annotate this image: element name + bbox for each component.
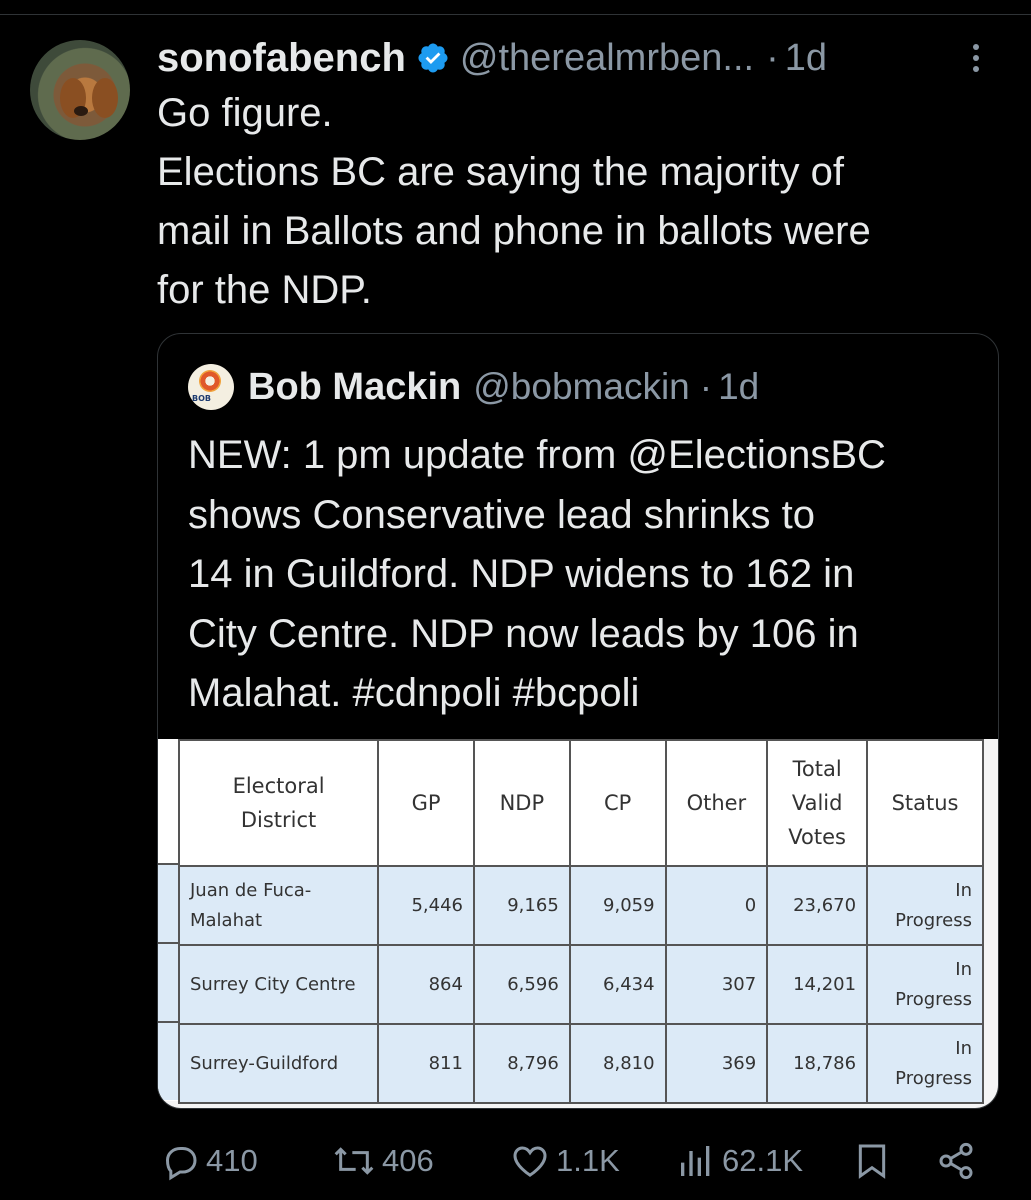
cell-ndp: 8,796 (472, 1023, 571, 1104)
post-header: sonofabench @therealmrben... · 1d (157, 34, 827, 82)
view-count: 62.1K (722, 1143, 804, 1178)
author-avatar[interactable] (30, 40, 130, 140)
quoted-post-text: NEW: 1 pm update from @ElectionsBC shows… (188, 426, 988, 724)
views-button[interactable]: 62.1K (676, 1136, 803, 1186)
author-name[interactable]: sonofabench (157, 36, 406, 81)
like-button[interactable]: 1.1K (510, 1136, 620, 1186)
header-electoral-district: Electoral District (177, 739, 380, 867)
action-bar: 410 406 1.1K 62.1K (0, 1136, 1031, 1186)
top-divider (0, 14, 1031, 15)
quoted-author-handle[interactable]: @bobmackin (473, 366, 690, 408)
cell-cp: 8,810 (568, 1023, 667, 1104)
author-handle[interactable]: @therealmrben... (460, 37, 754, 80)
cell-gp: 864 (377, 944, 475, 1025)
table-left-edge (158, 739, 178, 1108)
bookmark-button[interactable] (852, 1136, 898, 1186)
cell-other: 369 (664, 1023, 769, 1104)
cell-status: In Progress (866, 1023, 984, 1104)
post-text: Go figure. Elections BC are saying the m… (157, 84, 1017, 320)
cell-ndp: 9,165 (472, 865, 571, 946)
quoted-author-name[interactable]: Bob Mackin (248, 366, 461, 409)
cell-cp: 9,059 (568, 865, 667, 946)
quoted-text-line: shows Conservative lead shrinks to (188, 492, 815, 537)
separator-dot: · (766, 36, 779, 79)
quoted-text-line: NEW: 1 pm update from @ElectionsBC (188, 433, 886, 477)
post-text-line: mail in Ballots and phone in ballots wer… (157, 209, 871, 253)
cell-cp: 6,434 (568, 944, 667, 1025)
cell-other: 307 (664, 944, 769, 1025)
bookmark-icon (858, 1144, 886, 1179)
like-count: 1.1K (556, 1143, 620, 1178)
header-cp: CP (568, 739, 667, 867)
quoted-post-image[interactable]: Electoral District GP NDP CP Other Total V… (158, 739, 998, 1108)
cell-gp: 811 (377, 1023, 475, 1104)
cell-district: Juan de Fuca- Malahat (177, 865, 380, 946)
cell-total: 18,786 (766, 1023, 869, 1104)
results-table: Electoral District GP NDP CP Other Total V… (177, 739, 984, 1104)
repost-button[interactable]: 406 (332, 1136, 434, 1186)
reply-count: 410 (206, 1143, 258, 1178)
table-row: Surrey-Guildford 811 8,796 8,810 369 18,… (177, 1023, 984, 1104)
repost-icon (334, 1147, 374, 1175)
quoted-post-header: BOB Bob Mackin @bobmackin · 1d (188, 362, 759, 412)
avatar-logo-sun (199, 370, 221, 392)
reply-icon (165, 1147, 197, 1181)
more-options-icon[interactable] (966, 40, 986, 80)
results-table-image: Electoral District GP NDP CP Other Total V… (158, 739, 984, 1104)
share-button[interactable] (936, 1136, 982, 1186)
post-text-line: Go figure. (157, 91, 333, 135)
cell-ndp: 6,596 (472, 944, 571, 1025)
cell-other: 0 (664, 865, 769, 946)
verified-badge-icon[interactable] (416, 41, 450, 75)
quoted-text-line: 14 in Guildford. NDP widens to 162 in (188, 552, 855, 596)
avatar-dog-ear-right (92, 78, 118, 118)
post-text-line: Elections BC are saying the majority of (157, 150, 844, 194)
table-row: Surrey City Centre 864 6,596 6,434 307 1… (177, 944, 984, 1025)
header-status: Status (866, 739, 984, 867)
quoted-text-line: Malahat. #cdnpoli #bcpoli (188, 671, 640, 715)
avatar-dog-nose (74, 106, 88, 116)
separator-dot: · (699, 366, 713, 407)
avatar-logo-text: BOB (192, 394, 211, 403)
cell-total: 23,670 (766, 865, 869, 946)
reply-button[interactable]: 410 (160, 1136, 258, 1186)
heart-icon (513, 1146, 547, 1177)
cell-district: Surrey City Centre (177, 944, 380, 1025)
table-row: Juan de Fuca- Malahat 5,446 9,165 9,059 0… (177, 865, 984, 946)
cell-total: 14,201 (766, 944, 869, 1025)
post-text-line: for the NDP. (157, 268, 372, 312)
quoted-text-line: City Centre. NDP now leads by 106 in (188, 611, 859, 656)
cell-status: In Progress (866, 944, 984, 1025)
views-icon (681, 1146, 710, 1176)
cell-status: In Progress (866, 865, 984, 946)
post-time[interactable]: 1d (785, 37, 827, 80)
header-total-valid-votes: Total Valid Votes (766, 739, 869, 867)
quoted-post-time[interactable]: 1d (718, 366, 759, 408)
header-gp: GP (377, 739, 475, 867)
cell-district: Surrey-Guildford (177, 1023, 380, 1104)
header-ndp: NDP (472, 739, 571, 867)
header-other: Other (664, 739, 769, 867)
share-icon (939, 1142, 973, 1180)
repost-count: 406 (382, 1143, 434, 1178)
quoted-author-avatar[interactable]: BOB (188, 364, 234, 410)
quoted-post[interactable]: BOB Bob Mackin @bobmackin · 1d NEW: 1 pm… (157, 333, 999, 1109)
table-header-row: Electoral District GP NDP CP Other Total V… (177, 739, 984, 867)
cell-gp: 5,446 (377, 865, 475, 946)
